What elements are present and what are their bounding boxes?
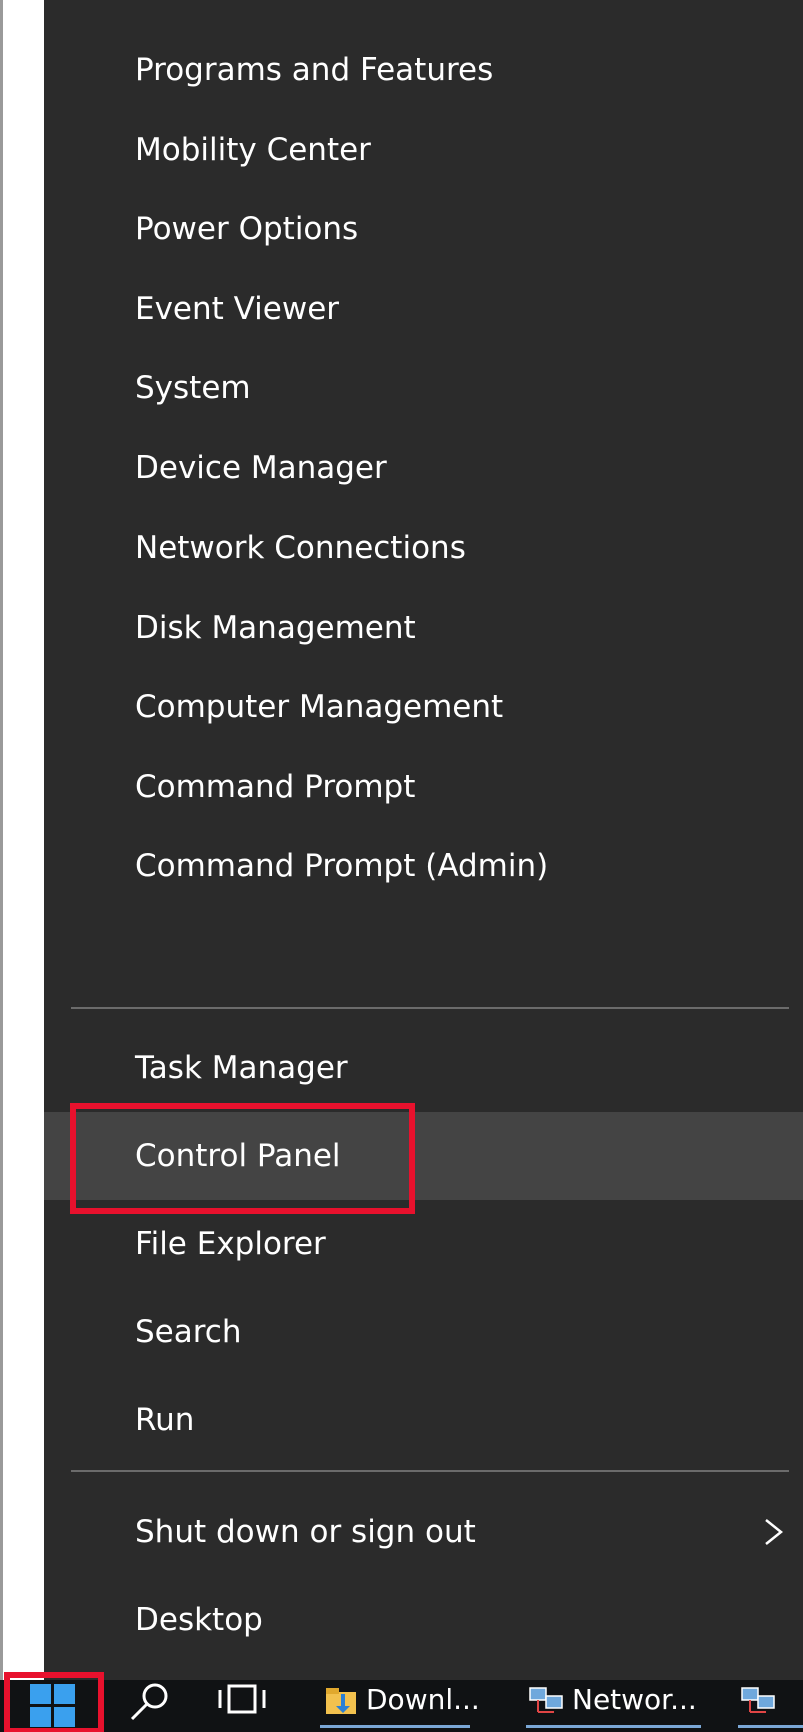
taskbar-app-network[interactable]: Networ... bbox=[526, 1680, 706, 1732]
menu-item-label: Command Prompt (Admin) bbox=[135, 848, 549, 884]
menu-item-task-manager[interactable]: Task Manager bbox=[44, 1024, 803, 1112]
folder-download-icon bbox=[326, 1688, 356, 1714]
menu-item-power-options[interactable]: Power Options bbox=[44, 185, 803, 273]
menu-item-shut-down-or-sign-out[interactable]: Shut down or sign out bbox=[44, 1488, 803, 1576]
screenshot-page: Programs and Features Mobility Center Po… bbox=[0, 0, 803, 1732]
menu-item-command-prompt[interactable]: Command Prompt bbox=[44, 743, 803, 831]
running-indicator bbox=[738, 1725, 803, 1728]
menu-separator bbox=[71, 1470, 789, 1472]
taskbar-app-network-2[interactable] bbox=[738, 1680, 803, 1732]
menu-item-desktop[interactable]: Desktop bbox=[44, 1576, 803, 1664]
running-indicator bbox=[320, 1725, 470, 1728]
menu-item-device-manager[interactable]: Device Manager bbox=[44, 424, 803, 512]
menu-item-label: File Explorer bbox=[135, 1226, 326, 1262]
chevron-right-icon bbox=[765, 1519, 784, 1545]
menu-item-programs-and-features[interactable]: Programs and Features bbox=[44, 26, 803, 114]
menu-separator bbox=[71, 1007, 789, 1009]
menu-item-label: Run bbox=[135, 1402, 195, 1438]
menu-item-label: Programs and Features bbox=[135, 52, 494, 88]
menu-item-label: Network Connections bbox=[135, 530, 466, 566]
menu-item-mobility-center[interactable]: Mobility Center bbox=[44, 106, 803, 194]
menu-item-label: Event Viewer bbox=[135, 291, 340, 327]
taskbar: Downl... Networ... bbox=[0, 1672, 803, 1732]
running-indicator bbox=[526, 1725, 701, 1728]
menu-item-label: Power Options bbox=[135, 211, 359, 247]
menu-item-label: Disk Management bbox=[135, 610, 416, 646]
menu-item-file-explorer[interactable]: File Explorer bbox=[44, 1200, 803, 1288]
power-user-menu: Programs and Features Mobility Center Po… bbox=[44, 0, 803, 1680]
menu-item-label: Desktop bbox=[135, 1602, 263, 1638]
menu-item-label: Mobility Center bbox=[135, 132, 371, 168]
task-view-icon bbox=[218, 1684, 266, 1714]
menu-item-event-viewer[interactable]: Event Viewer bbox=[44, 265, 803, 353]
menu-item-search[interactable]: Search bbox=[44, 1288, 803, 1376]
menu-item-label: Task Manager bbox=[135, 1050, 348, 1086]
menu-item-label: System bbox=[135, 370, 251, 406]
menu-item-control-panel[interactable]: Control Panel bbox=[44, 1112, 803, 1200]
menu-item-system[interactable]: System bbox=[44, 344, 803, 432]
menu-item-run[interactable]: Run bbox=[44, 1376, 803, 1464]
search-icon bbox=[130, 1683, 168, 1721]
menu-item-label: Search bbox=[135, 1314, 242, 1350]
network-icon bbox=[741, 1687, 775, 1713]
taskbar-app-label: Networ... bbox=[572, 1683, 697, 1716]
taskbar-app-label: Downl... bbox=[366, 1683, 480, 1716]
network-icon bbox=[529, 1687, 563, 1713]
menu-item-computer-management[interactable]: Computer Management bbox=[44, 663, 803, 751]
menu-item-label: Command Prompt bbox=[135, 769, 416, 805]
windows-logo-icon bbox=[30, 1684, 75, 1727]
menu-item-label: Control Panel bbox=[135, 1138, 341, 1174]
menu-item-disk-management[interactable]: Disk Management bbox=[44, 584, 803, 672]
menu-item-label: Device Manager bbox=[135, 450, 387, 486]
menu-item-label: Shut down or sign out bbox=[135, 1514, 476, 1550]
search-button[interactable] bbox=[118, 1680, 184, 1732]
start-button[interactable] bbox=[14, 1680, 96, 1732]
menu-item-command-prompt-admin[interactable]: Command Prompt (Admin) bbox=[44, 822, 803, 910]
taskbar-app-downloads[interactable]: Downl... bbox=[320, 1680, 480, 1732]
task-view-button[interactable] bbox=[210, 1680, 276, 1732]
screen-edge bbox=[0, 0, 3, 1680]
menu-item-network-connections[interactable]: Network Connections bbox=[44, 504, 803, 592]
menu-item-label: Computer Management bbox=[135, 689, 504, 725]
